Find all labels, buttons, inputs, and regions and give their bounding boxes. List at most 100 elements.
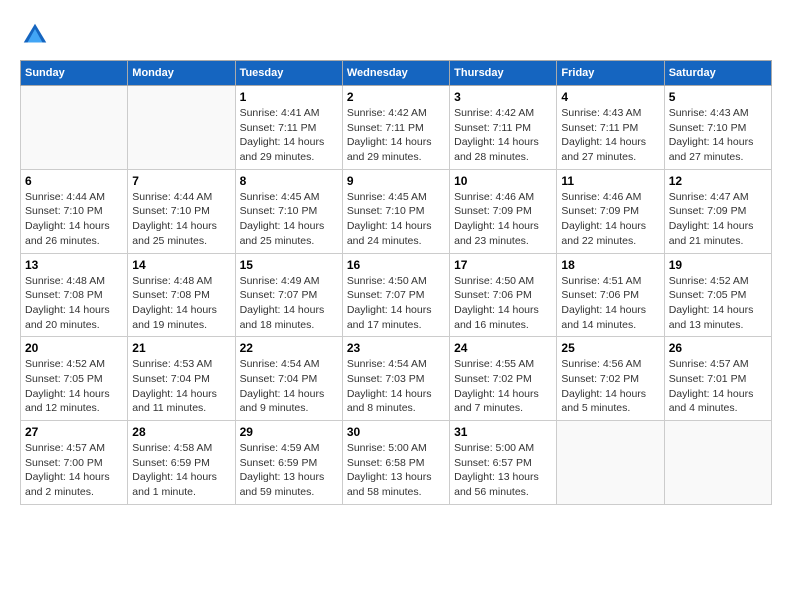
- day-number: 9: [347, 174, 445, 188]
- calendar-cell: [128, 86, 235, 170]
- weekday-header-thursday: Thursday: [450, 61, 557, 86]
- page-header: [20, 20, 772, 50]
- day-info: Sunrise: 4:57 AMSunset: 7:01 PMDaylight:…: [669, 357, 767, 416]
- day-number: 16: [347, 258, 445, 272]
- day-info: Sunrise: 4:50 AMSunset: 7:06 PMDaylight:…: [454, 274, 552, 333]
- calendar-cell: 27 Sunrise: 4:57 AMSunset: 7:00 PMDayligh…: [21, 421, 128, 505]
- calendar-cell: 20 Sunrise: 4:52 AMSunset: 7:05 PMDayligh…: [21, 337, 128, 421]
- calendar-cell: 8 Sunrise: 4:45 AMSunset: 7:10 PMDaylight…: [235, 169, 342, 253]
- day-info: Sunrise: 4:42 AMSunset: 7:11 PMDaylight:…: [454, 106, 552, 165]
- day-info: Sunrise: 4:44 AMSunset: 7:10 PMDaylight:…: [132, 190, 230, 249]
- calendar-cell: 19 Sunrise: 4:52 AMSunset: 7:05 PMDayligh…: [664, 253, 771, 337]
- calendar-cell: 6Sunrise: 4:44 AMSunset: 7:10 PMDaylight…: [21, 169, 128, 253]
- weekday-header-tuesday: Tuesday: [235, 61, 342, 86]
- calendar-cell: [664, 421, 771, 505]
- weekday-header-friday: Friday: [557, 61, 664, 86]
- week-row-5: 27 Sunrise: 4:57 AMSunset: 7:00 PMDayligh…: [21, 421, 772, 505]
- calendar-cell: 29 Sunrise: 4:59 AMSunset: 6:59 PMDayligh…: [235, 421, 342, 505]
- day-number: 30: [347, 425, 445, 439]
- day-number: 14: [132, 258, 230, 272]
- day-number: 27: [25, 425, 123, 439]
- calendar-cell: 1 Sunrise: 4:41 AMSunset: 7:11 PMDaylight…: [235, 86, 342, 170]
- day-info: Sunrise: 4:54 AMSunset: 7:04 PMDaylight:…: [240, 357, 338, 416]
- day-info: Sunrise: 4:52 AMSunset: 7:05 PMDaylight:…: [669, 274, 767, 333]
- calendar-cell: 7 Sunrise: 4:44 AMSunset: 7:10 PMDaylight…: [128, 169, 235, 253]
- day-info: Sunrise: 5:00 AMSunset: 6:57 PMDaylight:…: [454, 441, 552, 500]
- day-info: Sunrise: 4:46 AMSunset: 7:09 PMDaylight:…: [454, 190, 552, 249]
- day-info: Sunrise: 4:44 AMSunset: 7:10 PMDaylight:…: [25, 190, 123, 249]
- day-info: Sunrise: 4:59 AMSunset: 6:59 PMDaylight:…: [240, 441, 338, 500]
- calendar-cell: 5 Sunrise: 4:43 AMSunset: 7:10 PMDaylight…: [664, 86, 771, 170]
- calendar-cell: 26 Sunrise: 4:57 AMSunset: 7:01 PMDayligh…: [664, 337, 771, 421]
- week-row-4: 20 Sunrise: 4:52 AMSunset: 7:05 PMDayligh…: [21, 337, 772, 421]
- calendar-cell: 30Sunrise: 5:00 AMSunset: 6:58 PMDayligh…: [342, 421, 449, 505]
- day-number: 13: [25, 258, 123, 272]
- calendar-cell: 25 Sunrise: 4:56 AMSunset: 7:02 PMDayligh…: [557, 337, 664, 421]
- day-number: 15: [240, 258, 338, 272]
- day-info: Sunrise: 4:45 AMSunset: 7:10 PMDaylight:…: [240, 190, 338, 249]
- day-number: 21: [132, 341, 230, 355]
- week-row-2: 6Sunrise: 4:44 AMSunset: 7:10 PMDaylight…: [21, 169, 772, 253]
- day-number: 12: [669, 174, 767, 188]
- day-info: Sunrise: 4:48 AMSunset: 7:08 PMDaylight:…: [132, 274, 230, 333]
- day-number: 4: [561, 90, 659, 104]
- day-info: Sunrise: 4:54 AMSunset: 7:03 PMDaylight:…: [347, 357, 445, 416]
- calendar-cell: 24 Sunrise: 4:55 AMSunset: 7:02 PMDayligh…: [450, 337, 557, 421]
- day-number: 24: [454, 341, 552, 355]
- weekday-header-row: SundayMondayTuesdayWednesdayThursdayFrid…: [21, 61, 772, 86]
- day-info: Sunrise: 4:57 AMSunset: 7:00 PMDaylight:…: [25, 441, 123, 500]
- calendar-cell: 21Sunrise: 4:53 AMSunset: 7:04 PMDayligh…: [128, 337, 235, 421]
- weekday-header-monday: Monday: [128, 61, 235, 86]
- calendar-cell: 3Sunrise: 4:42 AMSunset: 7:11 PMDaylight…: [450, 86, 557, 170]
- weekday-header-sunday: Sunday: [21, 61, 128, 86]
- calendar-cell: 31 Sunrise: 5:00 AMSunset: 6:57 PMDayligh…: [450, 421, 557, 505]
- calendar-cell: 10 Sunrise: 4:46 AMSunset: 7:09 PMDayligh…: [450, 169, 557, 253]
- weekday-header-wednesday: Wednesday: [342, 61, 449, 86]
- calendar-cell: 22 Sunrise: 4:54 AMSunset: 7:04 PMDayligh…: [235, 337, 342, 421]
- day-info: Sunrise: 4:45 AMSunset: 7:10 PMDaylight:…: [347, 190, 445, 249]
- week-row-3: 13 Sunrise: 4:48 AMSunset: 7:08 PMDayligh…: [21, 253, 772, 337]
- day-number: 11: [561, 174, 659, 188]
- day-number: 19: [669, 258, 767, 272]
- day-number: 22: [240, 341, 338, 355]
- calendar-cell: 2Sunrise: 4:42 AMSunset: 7:11 PMDaylight…: [342, 86, 449, 170]
- day-info: Sunrise: 4:56 AMSunset: 7:02 PMDaylight:…: [561, 357, 659, 416]
- logo-icon: [20, 20, 50, 50]
- day-info: Sunrise: 4:43 AMSunset: 7:10 PMDaylight:…: [669, 106, 767, 165]
- calendar-cell: 13 Sunrise: 4:48 AMSunset: 7:08 PMDayligh…: [21, 253, 128, 337]
- logo: [20, 20, 54, 50]
- day-number: 25: [561, 341, 659, 355]
- day-number: 31: [454, 425, 552, 439]
- day-info: Sunrise: 4:46 AMSunset: 7:09 PMDaylight:…: [561, 190, 659, 249]
- day-info: Sunrise: 4:47 AMSunset: 7:09 PMDaylight:…: [669, 190, 767, 249]
- calendar-cell: 18Sunrise: 4:51 AMSunset: 7:06 PMDayligh…: [557, 253, 664, 337]
- day-number: 5: [669, 90, 767, 104]
- day-number: 1: [240, 90, 338, 104]
- calendar-cell: 11 Sunrise: 4:46 AMSunset: 7:09 PMDayligh…: [557, 169, 664, 253]
- calendar-cell: 17 Sunrise: 4:50 AMSunset: 7:06 PMDayligh…: [450, 253, 557, 337]
- day-info: Sunrise: 4:41 AMSunset: 7:11 PMDaylight:…: [240, 106, 338, 165]
- day-number: 26: [669, 341, 767, 355]
- day-info: Sunrise: 4:49 AMSunset: 7:07 PMDaylight:…: [240, 274, 338, 333]
- day-info: Sunrise: 4:48 AMSunset: 7:08 PMDaylight:…: [25, 274, 123, 333]
- calendar-cell: 14 Sunrise: 4:48 AMSunset: 7:08 PMDayligh…: [128, 253, 235, 337]
- day-number: 7: [132, 174, 230, 188]
- calendar-cell: 23Sunrise: 4:54 AMSunset: 7:03 PMDayligh…: [342, 337, 449, 421]
- weekday-header-saturday: Saturday: [664, 61, 771, 86]
- calendar-cell: 16 Sunrise: 4:50 AMSunset: 7:07 PMDayligh…: [342, 253, 449, 337]
- day-number: 17: [454, 258, 552, 272]
- day-number: 8: [240, 174, 338, 188]
- day-info: Sunrise: 4:55 AMSunset: 7:02 PMDaylight:…: [454, 357, 552, 416]
- calendar: SundayMondayTuesdayWednesdayThursdayFrid…: [20, 60, 772, 505]
- day-info: Sunrise: 4:50 AMSunset: 7:07 PMDaylight:…: [347, 274, 445, 333]
- calendar-cell: 15 Sunrise: 4:49 AMSunset: 7:07 PMDayligh…: [235, 253, 342, 337]
- calendar-cell: 9 Sunrise: 4:45 AMSunset: 7:10 PMDaylight…: [342, 169, 449, 253]
- day-info: Sunrise: 4:52 AMSunset: 7:05 PMDaylight:…: [25, 357, 123, 416]
- day-number: 10: [454, 174, 552, 188]
- calendar-cell: [21, 86, 128, 170]
- day-number: 29: [240, 425, 338, 439]
- day-number: 20: [25, 341, 123, 355]
- day-info: Sunrise: 4:43 AMSunset: 7:11 PMDaylight:…: [561, 106, 659, 165]
- day-number: 18: [561, 258, 659, 272]
- day-info: Sunrise: 4:58 AMSunset: 6:59 PMDaylight:…: [132, 441, 230, 500]
